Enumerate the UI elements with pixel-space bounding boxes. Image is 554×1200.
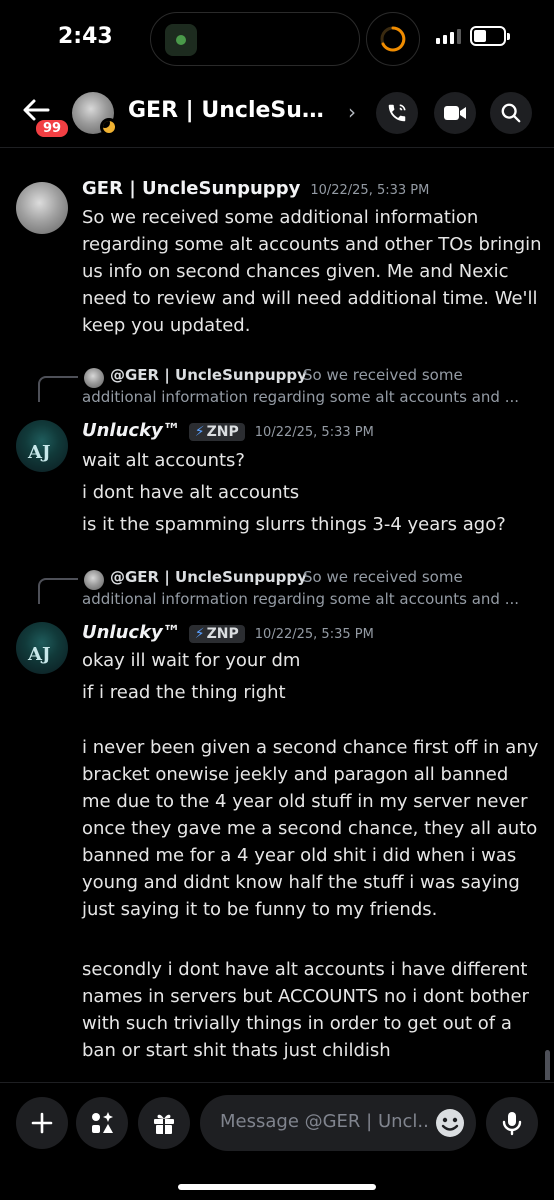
scrollbar[interactable] xyxy=(545,1050,550,1080)
reply-author: @GER | UncleSunpuppy xyxy=(110,366,307,384)
gift-button[interactable] xyxy=(138,1097,190,1149)
emoji-icon[interactable] xyxy=(434,1107,466,1139)
message-paragraph: i never been given a second chance first… xyxy=(82,737,539,920)
chat-title[interactable]: GER | UncleSunpu... xyxy=(128,98,338,123)
apps-button[interactable] xyxy=(76,1097,128,1149)
composer-bar: Message @GER | Uncl... xyxy=(0,1082,554,1200)
reply-snippet: additional information regarding some al… xyxy=(82,388,520,406)
status-bar: 2:43 xyxy=(0,0,554,80)
avatar xyxy=(84,368,104,388)
dynamic-island xyxy=(150,12,360,66)
avatar[interactable]: AJ xyxy=(16,622,68,674)
unread-badge: 99 xyxy=(34,118,71,139)
message-input-placeholder: Message @GER | Uncl... xyxy=(220,1111,430,1132)
idle-status-icon xyxy=(100,118,118,136)
reply-snippet: So we received some xyxy=(303,568,463,586)
message-text: So we received some additional informati… xyxy=(82,207,542,336)
server-tag[interactable]: ⚡ ZNP xyxy=(188,625,245,643)
message-author[interactable]: Unlucky™ ⚡ ZNP 10/22/25, 5:33 PM xyxy=(82,420,374,441)
reply-author: @GER | UncleSunpuppy xyxy=(110,568,307,586)
message-list[interactable]: GER | UncleSunpuppy 10/22/25, 5:33 PM So … xyxy=(0,150,554,1080)
message-text: i dont have alt accounts xyxy=(82,482,300,503)
avatar[interactable] xyxy=(16,182,68,234)
chevron-right-icon[interactable]: › xyxy=(348,100,356,124)
battery-icon xyxy=(470,26,510,46)
chat-header: 99 GER | UncleSunpu... › xyxy=(0,80,554,148)
message-timestamp: 10/22/25, 5:35 PM xyxy=(254,627,374,642)
message-author[interactable]: Unlucky™ ⚡ ZNP 10/22/25, 5:35 PM xyxy=(82,622,374,643)
status-time: 2:43 xyxy=(58,24,113,49)
message-text: okay ill wait for your dm xyxy=(82,650,301,671)
server-tag[interactable]: ⚡ ZNP xyxy=(188,423,245,441)
reply-connector xyxy=(38,578,78,604)
video-camera-icon xyxy=(444,106,466,120)
reply-snippet: So we received some xyxy=(303,366,463,384)
message-text: if i read the thing right xyxy=(82,682,286,703)
live-activity-icon xyxy=(165,24,197,56)
microphone-icon xyxy=(502,1112,522,1136)
search-button[interactable] xyxy=(490,92,532,134)
timer-icon xyxy=(366,12,420,66)
home-indicator xyxy=(178,1184,376,1190)
bolt-icon: ⚡ xyxy=(194,424,205,440)
reply-connector xyxy=(38,376,78,402)
message-timestamp: 10/22/25, 5:33 PM xyxy=(310,183,430,198)
plus-icon xyxy=(31,1112,53,1134)
avatar[interactable]: AJ xyxy=(16,420,68,472)
phone-icon xyxy=(388,104,406,122)
add-attachment-button[interactable] xyxy=(16,1097,68,1149)
reply-snippet: additional information regarding some al… xyxy=(82,590,520,608)
message-text: is it the spamming slurrs things 3-4 yea… xyxy=(82,514,506,535)
video-call-button[interactable] xyxy=(434,92,476,134)
search-icon xyxy=(501,103,521,123)
reply-preview[interactable]: @GER | UncleSunpuppy So we received some… xyxy=(0,364,554,410)
gift-icon xyxy=(154,1114,174,1134)
message-paragraph: secondly i dont have alt accounts i have… xyxy=(82,959,529,1061)
message-timestamp: 10/22/25, 5:33 PM xyxy=(254,425,374,440)
message-text: wait alt accounts? xyxy=(82,450,245,471)
message-author[interactable]: GER | UncleSunpuppy 10/22/25, 5:33 PM xyxy=(82,178,429,199)
cellular-signal-icon xyxy=(436,28,461,44)
bolt-icon: ⚡ xyxy=(194,626,205,642)
voice-message-button[interactable] xyxy=(486,1097,538,1149)
apps-icon xyxy=(92,1112,113,1133)
reply-preview[interactable]: @GER | UncleSunpuppy So we received some… xyxy=(0,566,554,612)
voice-call-button[interactable] xyxy=(376,92,418,134)
avatar xyxy=(84,570,104,590)
message-input[interactable]: Message @GER | Uncl... xyxy=(200,1095,476,1151)
